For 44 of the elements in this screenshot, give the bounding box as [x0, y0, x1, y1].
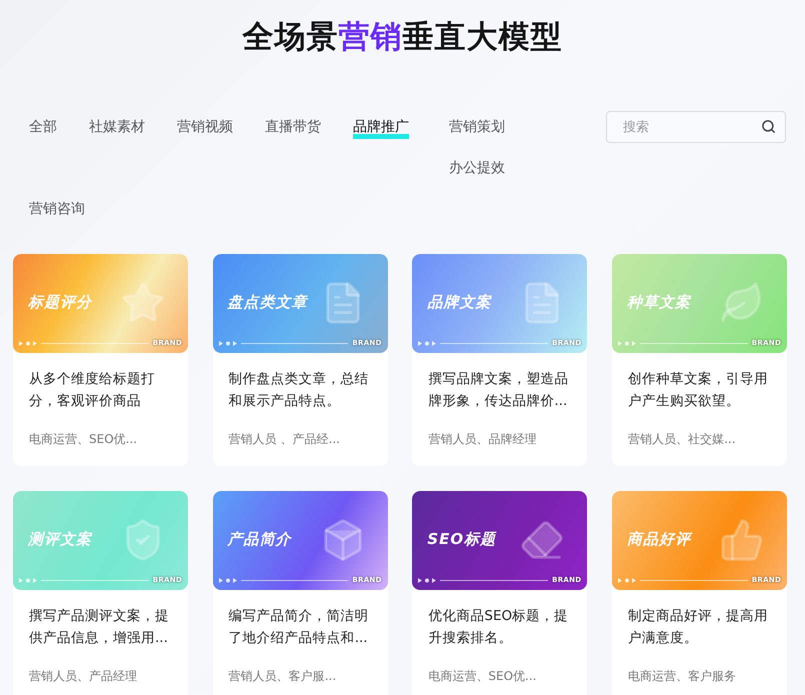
thumbs-up-icon	[719, 517, 766, 563]
banner-title: 测评文案	[28, 530, 92, 549]
player-dots-icon	[418, 341, 436, 346]
card-tags: 营销人员、社交媒...	[628, 431, 772, 448]
card-tags: 营销人员、品牌经理	[428, 431, 572, 448]
search-icon[interactable]	[761, 119, 776, 134]
player-dots-icon	[218, 341, 237, 346]
banner-title: 标题评分	[28, 293, 92, 312]
card-description: 撰写产品测评文案，提供产品信息，增强用...	[29, 607, 170, 648]
category-tab[interactable]: 品牌推广	[353, 117, 409, 139]
card-tags: 营销人员、产品经理	[29, 668, 172, 685]
card-description: 优化商品SEO标题，提升搜索排名。	[428, 607, 570, 648]
card-tags: 电商运营、SEO优...	[428, 668, 572, 685]
banner-title: SEO标题	[427, 530, 496, 549]
category-tab[interactable]: 营销视频	[177, 117, 233, 139]
card-description: 创作种草文案，引导用户产生购买欲望。	[628, 370, 770, 411]
player-dots-icon	[19, 341, 37, 346]
banner-title: 品牌文案	[427, 293, 492, 312]
player-dots-icon	[618, 341, 636, 346]
card-description: 编写产品简介，简洁明了地介绍产品特点和...	[228, 607, 370, 648]
card-tags: 电商运营、SEO优...	[29, 431, 172, 448]
card-tags: 电商运营、客户服务	[628, 668, 772, 685]
category-tab[interactable]: 营销咨询	[29, 199, 85, 221]
category-tab[interactable]: 直播带货	[265, 117, 321, 139]
player-dots-icon	[418, 578, 436, 583]
card-description: 从多个维度给标题打分，客观评价商品	[29, 370, 156, 411]
player-dots-icon	[618, 578, 636, 583]
banner-title: 商品好评	[627, 530, 692, 549]
category-tab[interactable]: 全部	[29, 117, 57, 139]
banner-title: 产品简介	[228, 530, 292, 549]
banner-title: 盘点类文章	[228, 293, 308, 312]
card-description: 制定商品好评，提高用户满意度。	[628, 607, 770, 648]
card-tags: 营销人员、客户服...	[228, 668, 372, 685]
page-title: 全场景营销垂直大模型	[241, 18, 564, 57]
category-tab[interactable]: 营销策划	[449, 117, 505, 139]
card-description: 制作盘点类文章，总结和展示产品特点。	[228, 370, 370, 411]
card-tags: 营销人员 、产品经...	[228, 431, 372, 448]
search-field[interactable]: 搜索	[606, 111, 786, 143]
banner-title: 种草文案	[627, 293, 692, 312]
category-tab[interactable]: 社媒素材	[89, 117, 145, 139]
category-tab[interactable]: 办公提效	[449, 158, 505, 180]
player-dots-icon	[19, 578, 37, 583]
player-dots-icon	[218, 578, 237, 583]
card-description: 撰写品牌文案，塑造品牌形象，传达品牌价...	[428, 370, 570, 411]
